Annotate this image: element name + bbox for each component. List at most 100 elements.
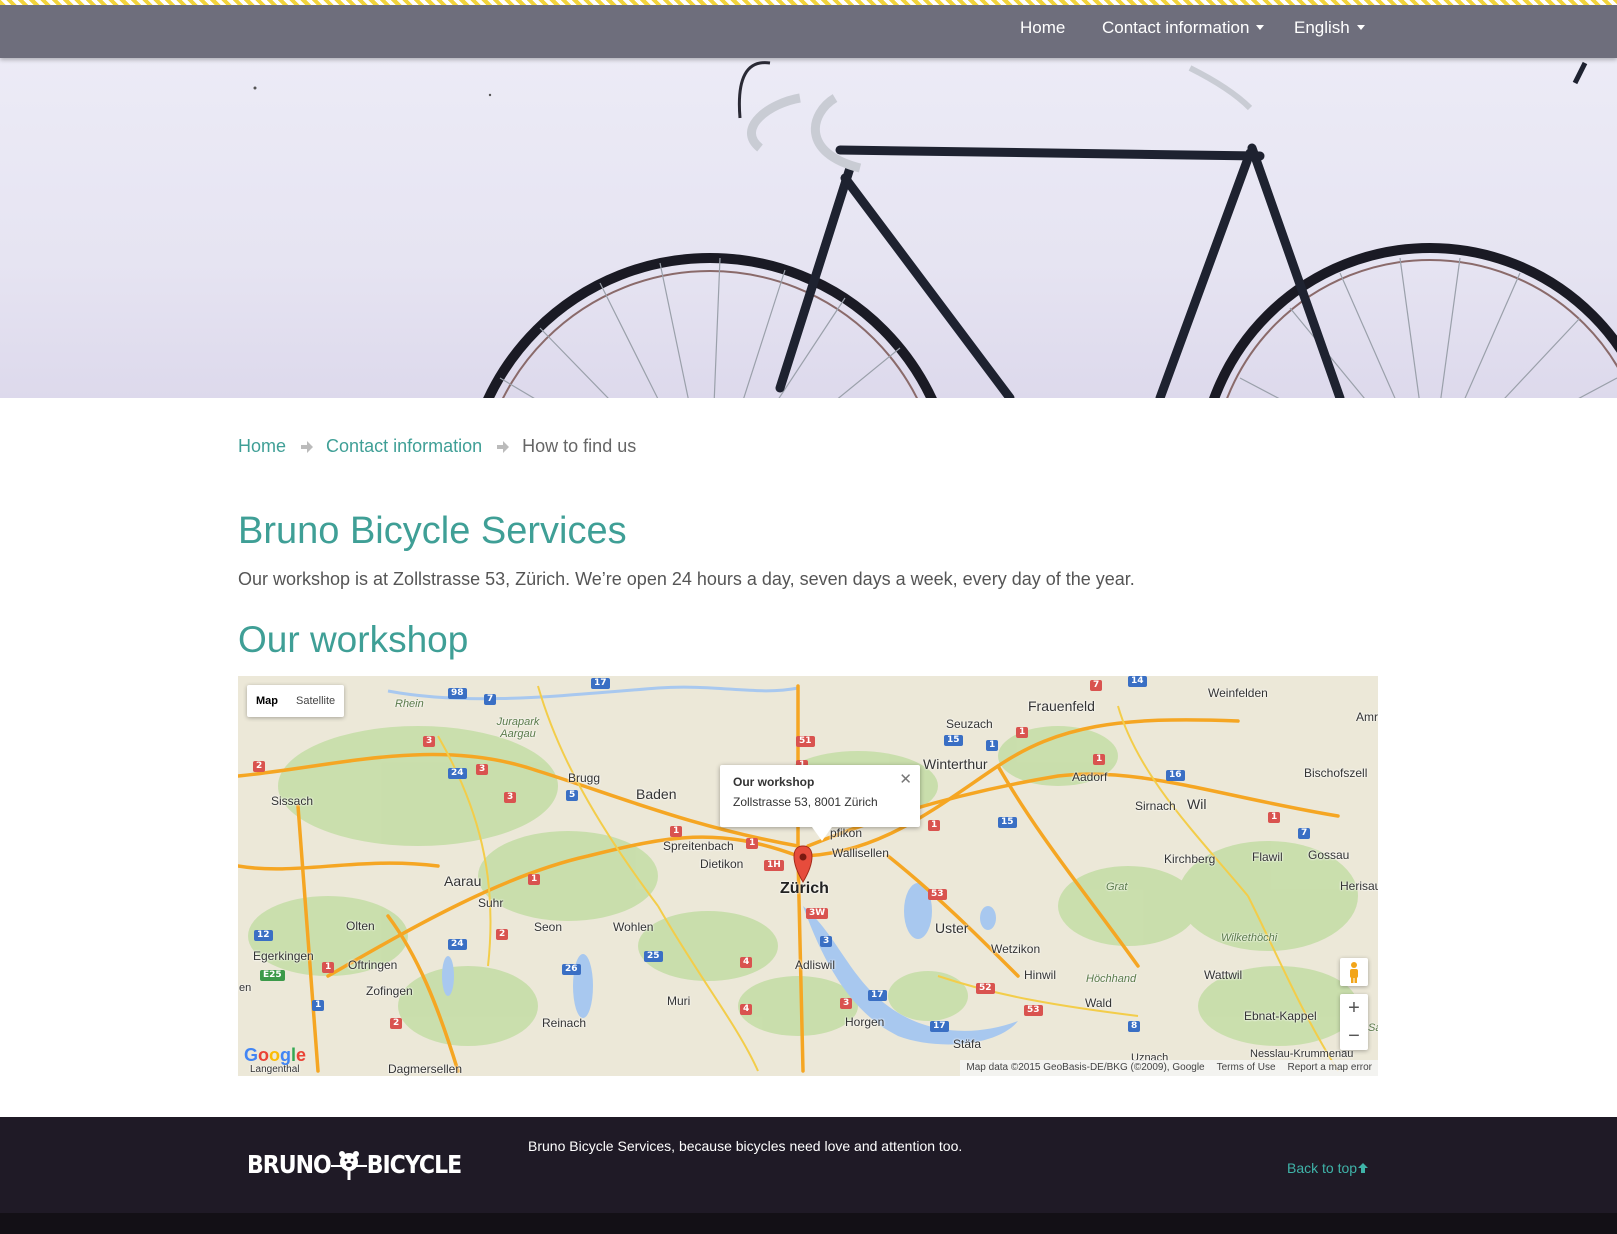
road-shield: 51 — [796, 736, 815, 747]
road-shield: 3 — [476, 764, 489, 775]
road-shield: 1 — [1093, 754, 1106, 765]
map-label-wattwil: Wattwil — [1204, 968, 1243, 982]
map-label-amriswil: Amri — [1356, 710, 1378, 724]
road-shield: 2 — [253, 761, 266, 772]
road-shield: 17 — [930, 1021, 949, 1032]
road-shield: 1 — [312, 1000, 325, 1011]
road-shield: 4 — [740, 1004, 753, 1015]
road-shield: 5 — [566, 790, 579, 801]
google-logo[interactable]: Google — [244, 1044, 308, 1071]
arrow-right-icon — [497, 441, 510, 453]
map-label-aadorf: Aadorf — [1072, 770, 1108, 784]
road-shield: 53 — [928, 889, 947, 900]
zoom-in-button[interactable]: + — [1340, 994, 1368, 1022]
svg-text:Google: Google — [244, 1045, 306, 1065]
nav-language-dropdown[interactable]: English — [1294, 18, 1365, 38]
bruno-bicycle-logo[interactable]: BRUNO BICYCLE — [247, 1150, 462, 1180]
map-attribution: Map data ©2015 GeoBasis-DE/BKG (©2009), … — [960, 1060, 1378, 1076]
top-stripe — [0, 0, 1617, 5]
close-icon[interactable]: ✕ — [899, 770, 912, 788]
nav-language-label: English — [1294, 18, 1350, 37]
road-shield: 7 — [484, 694, 497, 705]
road-shield: 1H — [764, 860, 784, 871]
caret-down-icon — [1356, 25, 1365, 30]
road-shield: 3W — [806, 908, 829, 919]
road-shield: 16 — [1166, 770, 1185, 781]
road-shield: 3 — [820, 936, 833, 947]
map-label-horgen: Horgen — [845, 1015, 885, 1029]
map-label-baden: Baden — [636, 786, 677, 802]
road-shield: 24 — [448, 768, 467, 779]
map-label-wilkethoechi: Wilkethöchi — [1221, 932, 1278, 944]
back-to-top-label: Back to top — [1287, 1160, 1358, 1176]
arrow-up-icon — [1358, 1163, 1369, 1173]
map-label-egerkingen: Egerkingen — [253, 949, 314, 963]
road-shield: 1 — [986, 740, 999, 751]
map-label-wetzikon: Wetzikon — [991, 942, 1041, 956]
terms-of-use-link[interactable]: Terms of Use — [1217, 1060, 1276, 1076]
map-label-nesslau: Nesslau-Krummenau — [1250, 1048, 1354, 1060]
footer-bottom-bar — [0, 1213, 1617, 1234]
map-label-staefa: Stäfa — [953, 1037, 982, 1051]
breadcrumb: Home Contact information How to find us — [238, 436, 636, 457]
map-label-seon: Seon — [534, 920, 563, 934]
map-label-wohlen: Wohlen — [613, 920, 654, 934]
info-window-address: Zollstrasse 53, 8001 Zürich — [733, 795, 878, 809]
road-shield: 1 — [1268, 812, 1281, 823]
logo-text-left: BRUNO — [247, 1150, 332, 1180]
hero-image — [0, 58, 1617, 398]
road-shield: E25 — [260, 970, 285, 981]
breadcrumb-contact-link[interactable]: Contact information — [326, 436, 482, 456]
zoom-out-button[interactable]: − — [1340, 1022, 1368, 1050]
map-label-muri: Muri — [667, 994, 691, 1008]
road-shield: 25 — [644, 951, 663, 962]
map-label-sissach: Sissach — [271, 794, 314, 808]
map-label-brugg: Brugg — [568, 771, 601, 785]
road-shield: 1 — [928, 820, 941, 831]
map-label-hinwil: Hinwil — [1024, 968, 1057, 982]
road-shield: 98 — [448, 688, 467, 699]
nav-contact-label: Contact information — [1102, 18, 1250, 37]
map-label-herisau: Herisau — [1340, 879, 1378, 893]
map-label-wald: Wald — [1085, 996, 1112, 1010]
map-label-olten: Olten — [346, 919, 375, 933]
nav-home-link[interactable]: Home — [1020, 18, 1065, 38]
map-label-hoechhand: Höchhand — [1086, 973, 1137, 985]
road-shield: 4 — [740, 957, 753, 968]
map-label-gossau: Gossau — [1308, 848, 1350, 862]
street-view-pegman-icon[interactable] — [1340, 958, 1368, 986]
map-label-suhr: Suhr — [478, 896, 504, 910]
road-shield: 1 — [322, 962, 335, 973]
nav-contact-dropdown[interactable]: Contact information — [1102, 18, 1265, 38]
road-shield: 2 — [390, 1018, 403, 1029]
road-shield: 1 — [1016, 727, 1029, 738]
map-label-jurapark: Jurapark Aargau — [496, 716, 540, 740]
map-label-oftringen: Oftringen — [348, 958, 398, 972]
map[interactable]: Zürich Winterthur Frauenfeld Weinfelden … — [238, 676, 1378, 1076]
breadcrumb-home-link[interactable]: Home — [238, 436, 286, 456]
road-shield: 3 — [504, 792, 517, 803]
road-shield: 1 — [746, 838, 759, 849]
map-type-map-button[interactable]: Map — [247, 685, 287, 717]
road-shield: 7 — [1298, 828, 1311, 839]
map-label-kirchberg: Kirchberg — [1164, 852, 1216, 866]
caret-down-icon — [1256, 25, 1265, 30]
report-map-error-link[interactable]: Report a map error — [1288, 1060, 1372, 1076]
map-label-zurich: Zürich — [780, 880, 829, 897]
back-to-top-link[interactable]: Back to top — [1287, 1160, 1369, 1176]
road-shield: 24 — [448, 939, 467, 950]
road-shield: 53 — [1024, 1005, 1043, 1016]
road-shield: 7 — [1090, 680, 1103, 691]
intro-text: Our workshop is at Zollstrasse 53, Züric… — [238, 569, 1135, 589]
road-shield: 52 — [976, 983, 995, 994]
map-type-satellite-button[interactable]: Satellite — [287, 685, 344, 717]
road-shield: 3 — [840, 998, 853, 1009]
page-title: Bruno Bicycle Services — [238, 510, 627, 552]
map-label-dietikon: Dietikon — [700, 857, 744, 871]
road-shield: 1 — [528, 874, 541, 885]
logo-text-right: BICYCLE — [366, 1150, 462, 1180]
map-label-kloten: pfikon — [830, 826, 863, 840]
map-label-wil: Wil — [1187, 796, 1207, 812]
map-label-dagmersellen: Dagmersellen — [388, 1062, 463, 1076]
map-label-reinach: Reinach — [542, 1016, 587, 1030]
